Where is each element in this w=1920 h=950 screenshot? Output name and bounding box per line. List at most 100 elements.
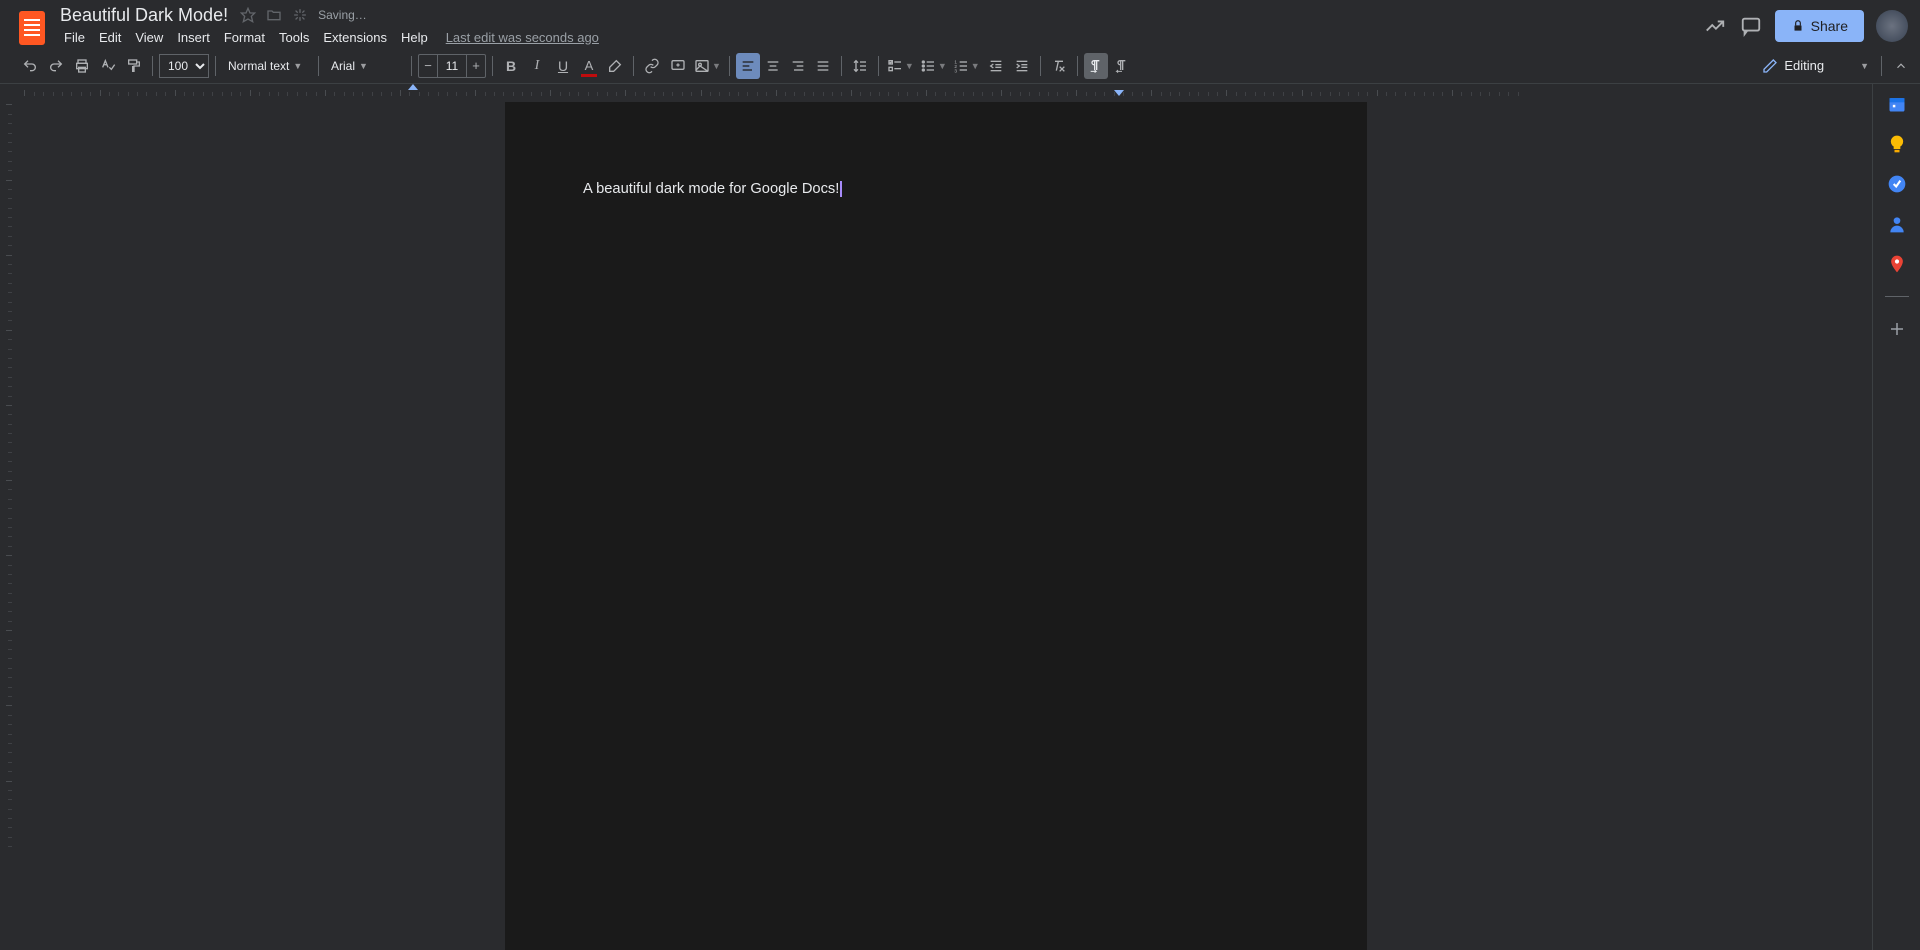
underline-button[interactable]: U [551, 53, 575, 79]
bullet-list-button[interactable]: ▼ [918, 53, 949, 79]
align-center-button[interactable] [761, 53, 785, 79]
share-button[interactable]: Share [1775, 10, 1864, 42]
text-color-button[interactable]: A [577, 53, 601, 79]
vertical-ruler[interactable] [0, 96, 16, 950]
separator [878, 56, 879, 76]
spellcheck-button[interactable] [96, 53, 120, 79]
italic-button[interactable]: I [525, 53, 549, 79]
line-spacing-button[interactable] [848, 53, 872, 79]
menu-file[interactable]: File [58, 28, 91, 47]
menu-tools[interactable]: Tools [273, 28, 315, 47]
print-button[interactable] [70, 53, 94, 79]
collapse-toolbar-button[interactable] [1888, 59, 1914, 73]
increase-indent-button[interactable] [1010, 53, 1034, 79]
menu-insert[interactable]: Insert [171, 28, 216, 47]
document-title[interactable]: Beautiful Dark Mode! [58, 5, 230, 26]
account-avatar[interactable] [1876, 10, 1908, 42]
toolbar: 100% Normal text▼ Arial▼ − + B I U A ▼ ▼… [0, 48, 1920, 84]
separator [411, 56, 412, 76]
chevron-down-icon: ▼ [712, 61, 721, 71]
menu-format[interactable]: Format [218, 28, 271, 47]
chevron-down-icon: ▼ [1860, 61, 1869, 71]
calendar-icon[interactable] [1887, 94, 1907, 114]
zoom-select[interactable]: 100% [159, 54, 209, 78]
clear-formatting-button[interactable] [1047, 53, 1071, 79]
decrease-indent-button[interactable] [984, 53, 1008, 79]
decrease-font-button[interactable]: − [419, 55, 437, 77]
main-area: A beautiful dark mode for Google Docs! [0, 84, 1920, 950]
paint-format-button[interactable] [122, 53, 146, 79]
font-size-input[interactable] [437, 55, 467, 77]
canvas-area: A beautiful dark mode for Google Docs! [0, 84, 1872, 950]
add-comment-button[interactable] [666, 53, 690, 79]
increase-font-button[interactable]: + [467, 55, 485, 77]
separator [1040, 56, 1041, 76]
horizontal-ruler[interactable] [16, 84, 1872, 96]
star-icon[interactable] [240, 7, 256, 23]
align-left-button[interactable] [736, 53, 760, 79]
share-label: Share [1811, 18, 1848, 34]
align-justify-button[interactable] [811, 53, 835, 79]
side-panel [1872, 84, 1920, 950]
highlight-button[interactable] [603, 53, 627, 79]
separator [1077, 56, 1078, 76]
chevron-down-icon: ▼ [905, 61, 914, 71]
contacts-icon[interactable] [1887, 214, 1907, 234]
menu-extensions[interactable]: Extensions [317, 28, 393, 47]
menu-help[interactable]: Help [395, 28, 434, 47]
tasks-icon[interactable] [1887, 174, 1907, 194]
side-panel-divider [1885, 296, 1909, 297]
title-area: Beautiful Dark Mode! Saving… File Edit V… [58, 4, 1703, 48]
checklist-button[interactable]: ▼ [885, 53, 916, 79]
editing-mode-select[interactable]: Editing ▼ [1756, 56, 1875, 76]
align-right-button[interactable] [786, 53, 810, 79]
font-size-group: − + [418, 54, 486, 78]
last-edit-link[interactable]: Last edit was seconds ago [446, 30, 599, 45]
numbered-list-button[interactable]: 123▼ [951, 53, 982, 79]
pencil-icon [1762, 58, 1778, 74]
undo-button[interactable] [18, 53, 42, 79]
redo-button[interactable] [44, 53, 68, 79]
separator [318, 56, 319, 76]
menu-edit[interactable]: Edit [93, 28, 127, 47]
separator [729, 56, 730, 76]
app-logo[interactable] [12, 8, 52, 48]
maps-icon[interactable] [1887, 254, 1907, 274]
insert-link-button[interactable] [640, 53, 664, 79]
header-bar: Beautiful Dark Mode! Saving… File Edit V… [0, 0, 1920, 48]
separator [215, 56, 216, 76]
chevron-down-icon: ▼ [293, 61, 302, 71]
keep-icon[interactable] [1887, 134, 1907, 154]
separator [152, 56, 153, 76]
cloud-status-icon[interactable] [292, 7, 308, 23]
insert-image-button[interactable]: ▼ [692, 53, 723, 79]
menu-bar: File Edit View Insert Format Tools Exten… [58, 26, 1703, 48]
saving-status: Saving… [318, 8, 367, 22]
comments-icon[interactable] [1739, 14, 1763, 38]
move-icon[interactable] [266, 7, 282, 23]
add-addon-icon[interactable] [1887, 319, 1907, 339]
rtl-direction-button[interactable] [1110, 53, 1134, 79]
docs-icon [19, 11, 45, 45]
font-select[interactable]: Arial▼ [325, 57, 405, 75]
ltr-direction-button[interactable] [1084, 53, 1108, 79]
separator [841, 56, 842, 76]
left-indent-marker[interactable] [408, 84, 418, 90]
separator [1881, 56, 1882, 76]
bold-button[interactable]: B [499, 53, 523, 79]
separator [492, 56, 493, 76]
document-page[interactable]: A beautiful dark mode for Google Docs! [505, 102, 1367, 950]
separator [633, 56, 634, 76]
chevron-down-icon: ▼ [359, 61, 368, 71]
body-text: A beautiful dark mode for Google Docs! [583, 181, 839, 197]
header-right: Share [1703, 10, 1908, 42]
menu-view[interactable]: View [129, 28, 169, 47]
paragraph-style-select[interactable]: Normal text▼ [222, 57, 312, 75]
svg-text:3: 3 [954, 68, 957, 73]
page-container: A beautiful dark mode for Google Docs! [505, 102, 1367, 950]
lock-icon [1791, 19, 1805, 33]
chevron-down-icon: ▼ [971, 61, 980, 71]
activity-icon[interactable] [1703, 14, 1727, 38]
text-cursor [840, 181, 842, 197]
chevron-down-icon: ▼ [938, 61, 947, 71]
